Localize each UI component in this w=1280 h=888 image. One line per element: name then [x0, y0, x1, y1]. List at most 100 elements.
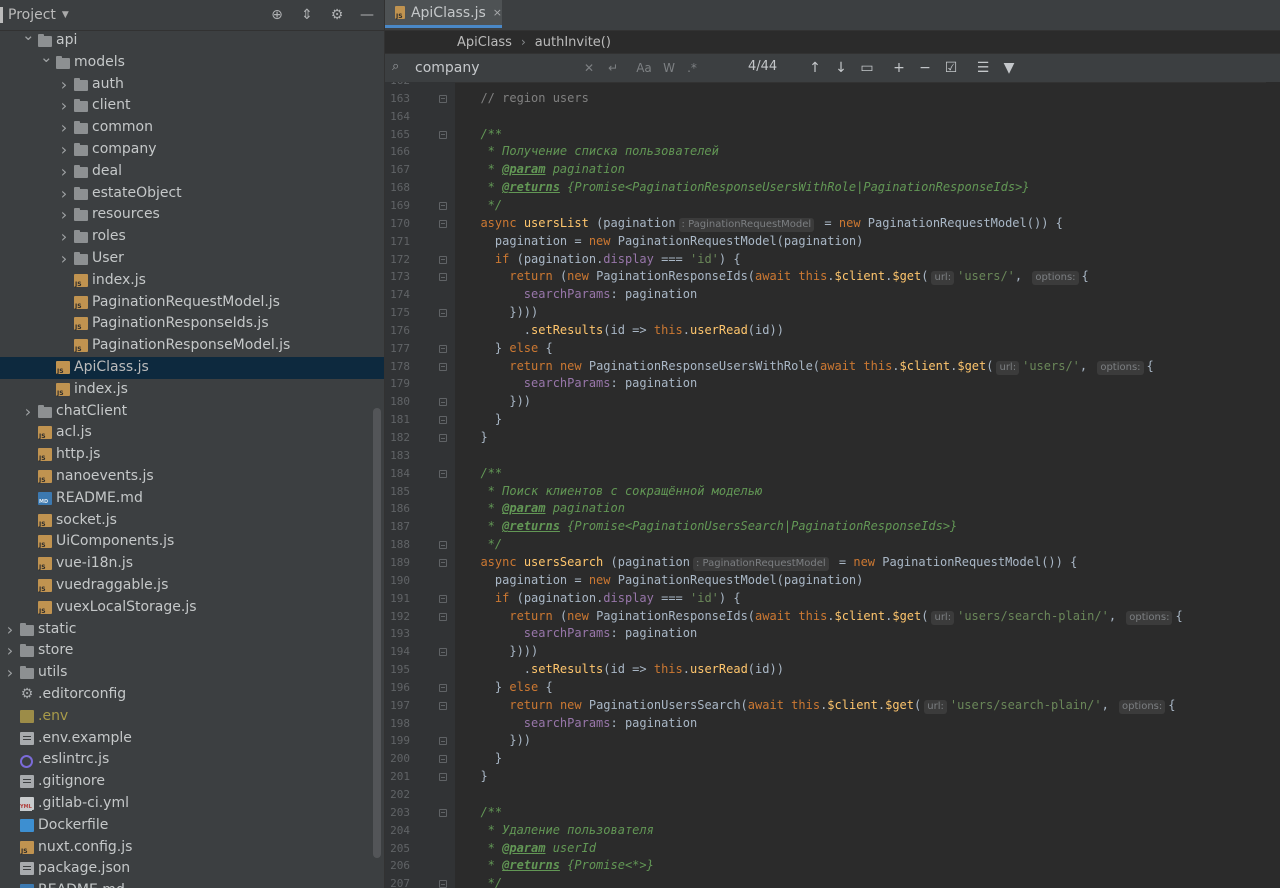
fold-marker-icon[interactable]	[439, 755, 447, 764]
chevron-down-icon[interactable]: ⌄	[40, 47, 53, 69]
chevron-right-icon[interactable]: ›	[58, 95, 70, 117]
project-title[interactable]: Project	[8, 7, 56, 23]
tree-file[interactable]: PaginationRequestModel.js	[0, 292, 384, 314]
fold-marker-icon[interactable]	[439, 558, 447, 567]
tree-file[interactable]: socket.js	[0, 510, 384, 532]
chevron-right-icon[interactable]: ›	[58, 226, 70, 248]
chevron-right-icon[interactable]: ›	[4, 619, 16, 641]
code-editor[interactable]: 162163 // region users164165 /**166 * По…	[385, 82, 1280, 888]
tree-file[interactable]: index.js	[0, 270, 384, 292]
tree-folder[interactable]: › User	[0, 248, 384, 270]
breadcrumb-class[interactable]: ApiClass	[457, 35, 512, 50]
chevron-right-icon[interactable]: ›	[22, 401, 34, 423]
chevron-down-icon[interactable]: ⌄	[22, 25, 35, 47]
settings-gear-icon[interactable]: ⚙	[328, 6, 346, 24]
tree-file[interactable]: acl.js	[0, 422, 384, 444]
chevron-right-icon[interactable]: ›	[58, 204, 70, 226]
tree-folder[interactable]: ⌄ api	[0, 26, 384, 52]
tree-folder[interactable]: › company	[0, 139, 384, 161]
fold-marker-icon[interactable]	[439, 683, 447, 692]
tree-folder[interactable]: › client	[0, 95, 384, 117]
tree-file[interactable]: README.md	[0, 488, 384, 510]
tree-file[interactable]: .env.example	[0, 728, 384, 750]
clear-search-icon[interactable]: ✕	[581, 59, 597, 77]
fold-marker-icon[interactable]	[439, 273, 447, 282]
tree-file[interactable]: nanoevents.js	[0, 466, 384, 488]
tree-file[interactable]: index.js	[0, 379, 384, 401]
fold-marker-icon[interactable]	[439, 773, 447, 782]
chevron-right-icon[interactable]: ›	[58, 161, 70, 183]
newline-icon[interactable]: ↵	[605, 59, 621, 77]
fold-marker-icon[interactable]	[439, 398, 447, 407]
chevron-right-icon[interactable]: ›	[4, 640, 16, 662]
tree-folder[interactable]: › resources	[0, 204, 384, 226]
tab-apiclass[interactable]: ApiClass.js ×	[385, 0, 502, 28]
fold-marker-icon[interactable]	[439, 362, 447, 371]
tree-file[interactable]: vue-i18n.js	[0, 553, 384, 575]
editor-scrollbar[interactable]	[1266, 82, 1280, 888]
tree-folder[interactable]: › estateObject	[0, 183, 384, 205]
next-occurrence-icon[interactable]: ↓	[833, 59, 849, 77]
hide-panel-icon[interactable]: —	[358, 6, 376, 24]
tree-file[interactable]: Dockerfile	[0, 815, 384, 837]
chevron-right-icon[interactable]: ›	[58, 183, 70, 205]
whole-words-toggle[interactable]: W	[662, 59, 676, 77]
project-panel-header[interactable]: Project ▼ ⊕ ⇕ ⚙ —	[0, 0, 384, 31]
collapse-all-icon[interactable]: ⇕	[298, 6, 316, 24]
fold-marker-icon[interactable]	[439, 344, 447, 353]
tree-file[interactable]: .eslintrc.js	[0, 749, 384, 771]
fold-marker-icon[interactable]	[439, 594, 447, 603]
search-icon[interactable]: ⌕	[392, 59, 399, 74]
add-occurrence-icon[interactable]: +	[891, 59, 907, 77]
fold-marker-icon[interactable]	[439, 541, 447, 550]
tree-file[interactable]: .gitignore	[0, 771, 384, 793]
tree-file[interactable]: ApiClass.js	[0, 357, 384, 379]
search-context-icon[interactable]: ▭	[859, 59, 875, 77]
tree-file[interactable]: ⚙ .editorconfig	[0, 684, 384, 706]
tree-folder[interactable]: › utils	[0, 662, 384, 684]
fold-marker-icon[interactable]	[439, 201, 447, 210]
match-case-toggle[interactable]: Aa	[635, 59, 653, 77]
chevron-right-icon[interactable]: ›	[58, 139, 70, 161]
close-tab-icon[interactable]: ×	[493, 6, 502, 19]
sidebar-scrollbar[interactable]	[373, 408, 381, 858]
tree-file[interactable]: PaginationResponseModel.js	[0, 335, 384, 357]
fold-marker-icon[interactable]	[439, 648, 447, 657]
tree-file[interactable]: http.js	[0, 444, 384, 466]
tree-folder[interactable]: › static	[0, 619, 384, 641]
tree-folder[interactable]: › auth	[0, 74, 384, 96]
fold-marker-icon[interactable]	[439, 416, 447, 425]
fold-marker-icon[interactable]	[439, 737, 447, 746]
chevron-right-icon[interactable]: ›	[4, 662, 16, 684]
find-input[interactable]	[415, 57, 585, 79]
chevron-down-icon[interactable]: ▼	[62, 10, 69, 20]
tree-file[interactable]: .env	[0, 706, 384, 728]
multiline-icon[interactable]: ☰	[975, 59, 991, 77]
tree-folder[interactable]: › roles	[0, 226, 384, 248]
tree-folder[interactable]: › store	[0, 640, 384, 662]
tree-file[interactable]: nuxt.config.js	[0, 837, 384, 859]
select-all-occurrences-icon[interactable]: ☑	[943, 59, 959, 77]
tree-folder[interactable]: › common	[0, 117, 384, 139]
fold-marker-icon[interactable]	[439, 255, 447, 264]
locate-icon[interactable]: ⊕	[268, 6, 286, 24]
chevron-right-icon[interactable]: ›	[58, 74, 70, 96]
tree-folder[interactable]: › chatClient	[0, 401, 384, 423]
tree-folder[interactable]: › deal	[0, 161, 384, 183]
tree-file[interactable]: package.json	[0, 858, 384, 880]
tree-file[interactable]: vuedraggable.js	[0, 575, 384, 597]
tree-file[interactable]: UiComponents.js	[0, 531, 384, 553]
tree-folder[interactable]: ⌄ models	[0, 48, 384, 74]
previous-occurrence-icon[interactable]: ↑	[807, 59, 823, 77]
filter-icon[interactable]: ▼	[1001, 59, 1017, 77]
tree-file[interactable]: README.md	[0, 880, 384, 888]
breadcrumb-method[interactable]: authInvite()	[535, 35, 611, 50]
chevron-right-icon[interactable]: ›	[58, 117, 70, 139]
fold-marker-icon[interactable]	[439, 808, 447, 817]
fold-marker-icon[interactable]	[439, 701, 447, 710]
fold-marker-icon[interactable]	[439, 612, 447, 621]
fold-marker-icon[interactable]	[439, 130, 447, 139]
fold-marker-icon[interactable]	[439, 880, 447, 888]
remove-occurrence-icon[interactable]: −	[917, 59, 933, 77]
fold-marker-icon[interactable]	[439, 309, 447, 318]
